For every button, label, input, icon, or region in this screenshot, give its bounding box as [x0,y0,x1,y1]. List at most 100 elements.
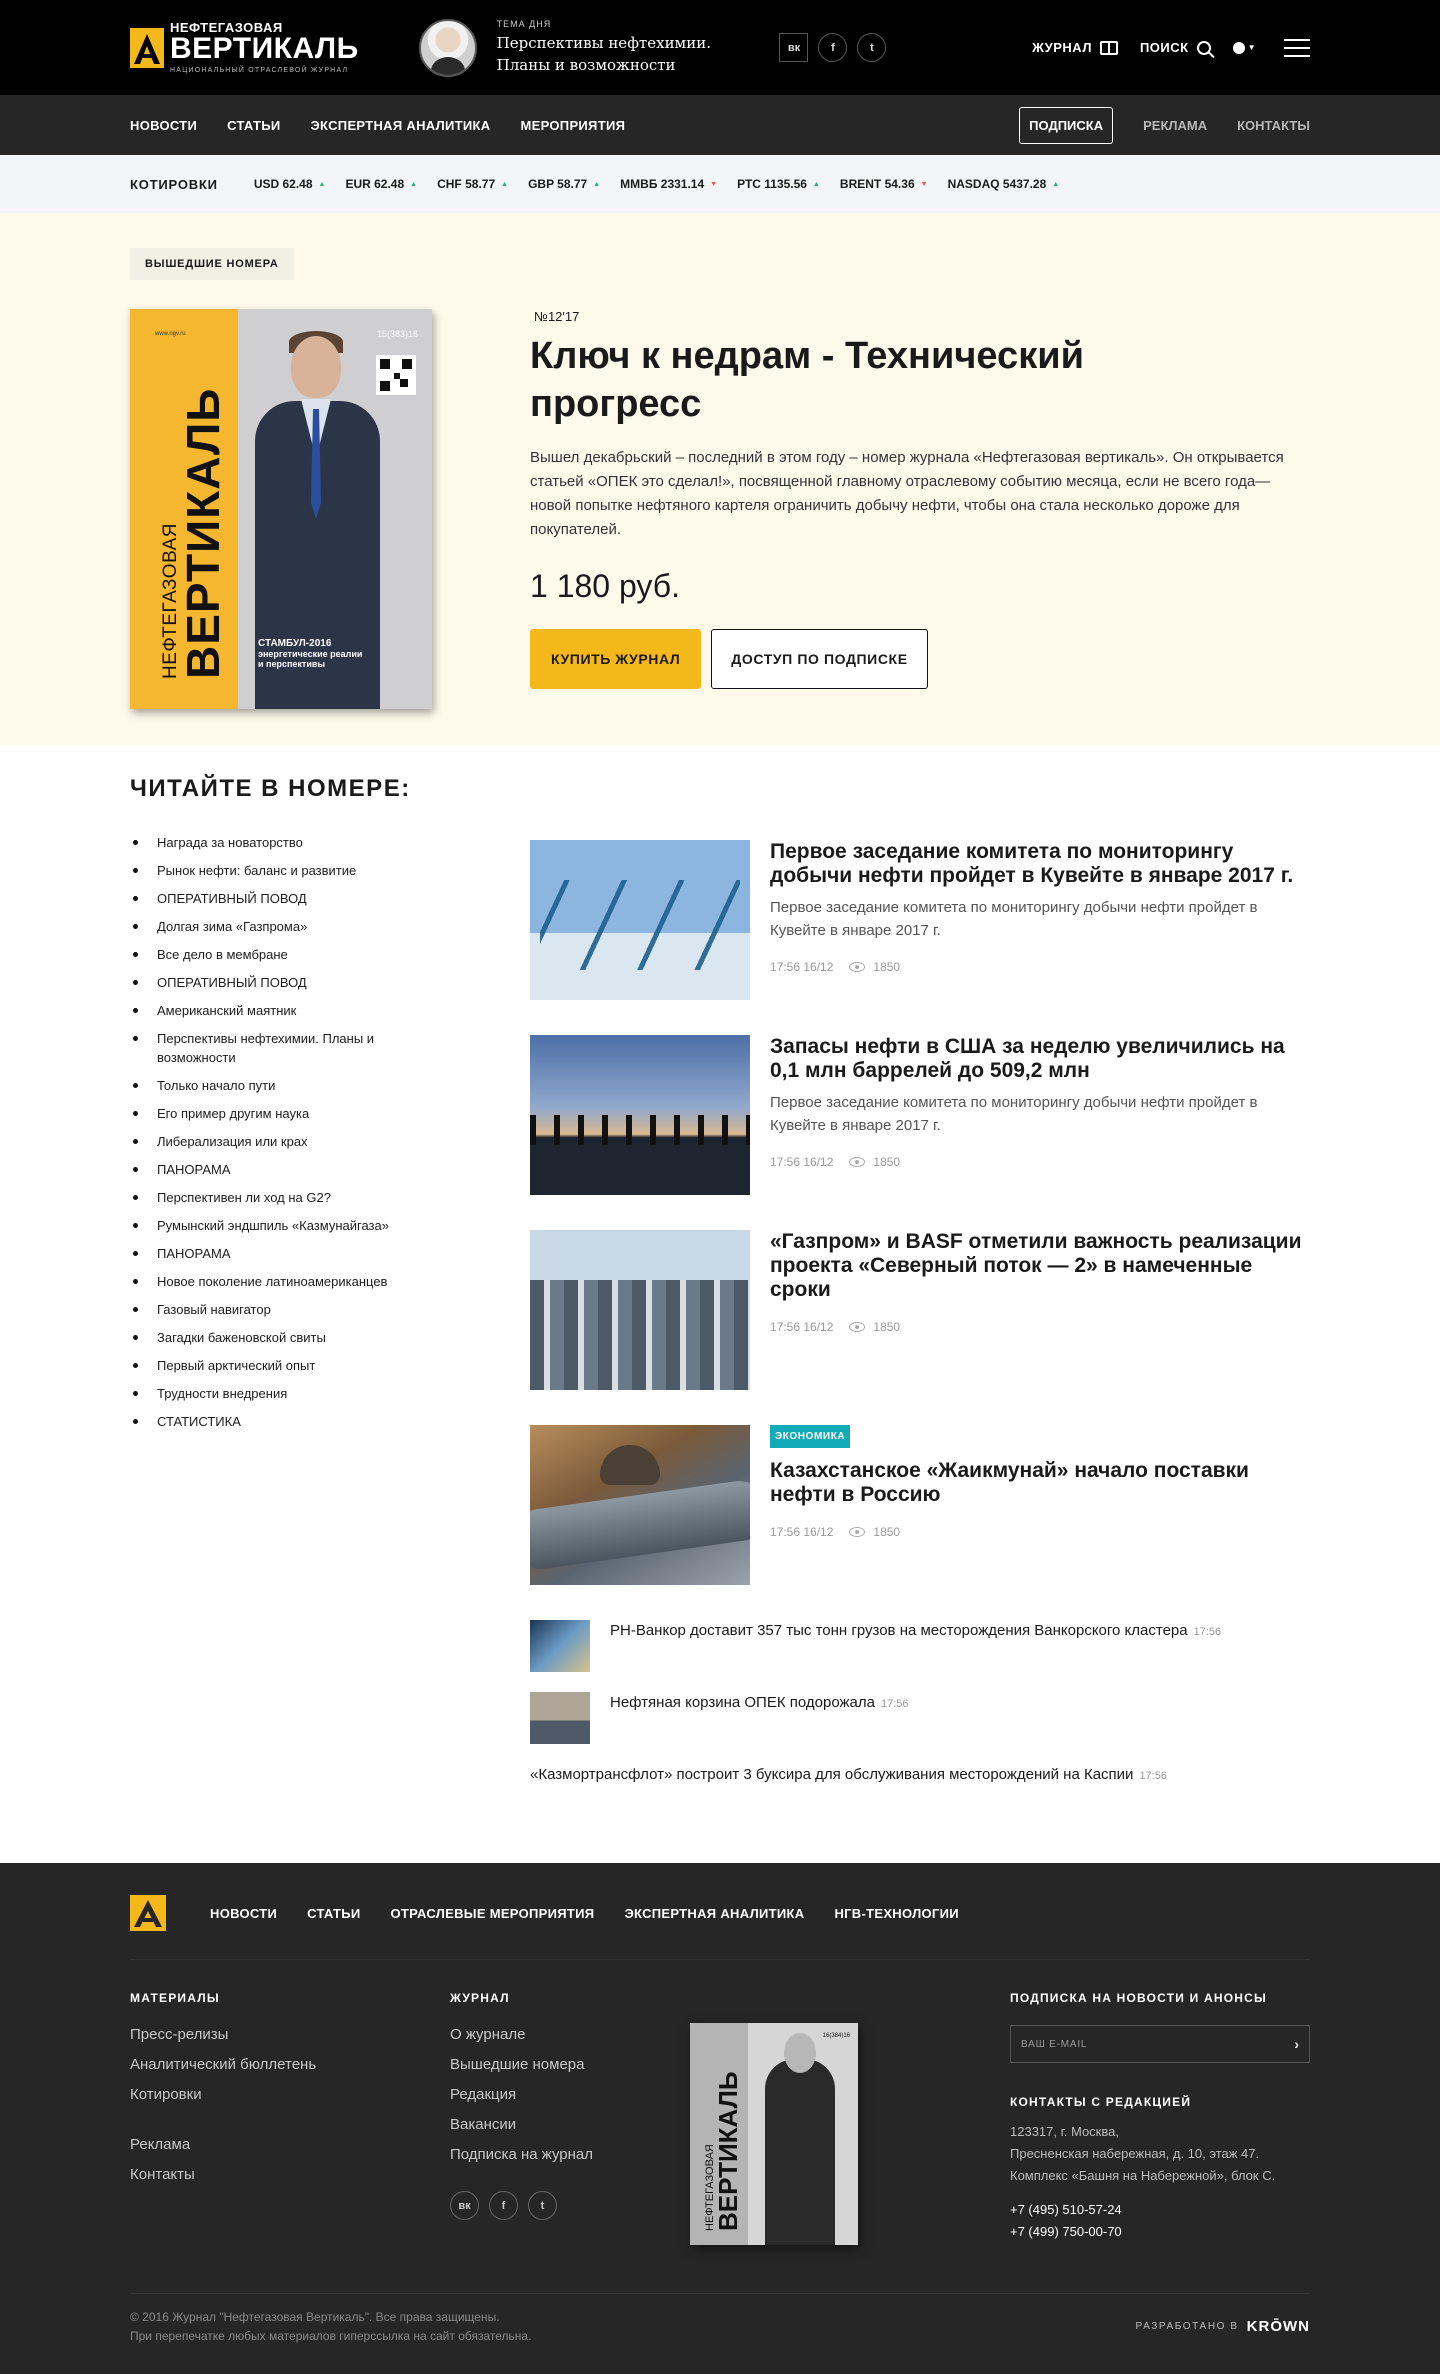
news-card[interactable]: «Газпром» и BASF отметили важность реали… [530,1230,1310,1390]
toc-item[interactable]: Перспективы нефтехимии. Планы и возможно… [130,1029,410,1067]
vk-icon[interactable]: вк [450,2191,479,2220]
footer-issue-cover[interactable]: НЕФТЕГАЗОВАЯ ВЕРТИКАЛЬ 16(384)16 [690,2023,858,2245]
toc-item[interactable]: Американский маятник [130,1001,410,1020]
email-field[interactable]: ВАШ E-MAIL › [1010,2025,1310,2063]
footer-link[interactable]: Аналитический бюллетень [130,2055,316,2075]
brief-news-image[interactable] [530,1692,590,1744]
quote-item[interactable]: GBP 58.77 ▲ [528,177,600,191]
search-link[interactable]: ПОИСК [1140,40,1211,55]
submit-arrow-icon[interactable]: › [1294,2036,1299,2052]
footer-link[interactable]: Подписка на журнал [450,2145,593,2165]
toc-item[interactable]: Долгая зима «Газпрома» [130,917,410,936]
toc-item[interactable]: ОПЕРАТИВНЫЙ ПОВОД [130,973,410,992]
past-issues-button[interactable]: ВЫШЕДШИЕ НОМЕРА [130,248,294,280]
footer-logo-icon[interactable] [130,1895,166,1931]
toc-item[interactable]: Либерализация или крах [130,1132,410,1151]
phone-number[interactable]: +7 (499) 750-00-70 [1010,2221,1310,2243]
footer-link[interactable]: Вакансии [450,2115,593,2135]
journal-link[interactable]: ЖУРНАЛ [1032,40,1118,55]
arrow-up-icon: ▲ [501,180,509,188]
footer-link[interactable]: Вышедшие номера [450,2055,593,2075]
toc-item[interactable]: СТАТИСТИКА [130,1412,410,1431]
footer-link[interactable]: Пресс-релизы [130,2025,316,2045]
category-badge[interactable]: ЭКОНОМИКА [770,1425,851,1448]
news-image[interactable] [530,1230,750,1390]
toc-item[interactable]: Его пример другим наука [130,1104,410,1123]
footer-link[interactable]: Реклама [130,2135,316,2155]
quote-item[interactable]: РТС 1135.56 ▲ [737,177,820,191]
brief-news-item[interactable]: Нефтяная корзина ОПЕК подорожала 17:56 [530,1692,1310,1744]
news-image[interactable] [530,840,750,1000]
footer-link[interactable]: Контакты [130,2165,316,2185]
footer-cover-number: 16(384)16 [822,2033,850,2039]
news-title[interactable]: Запасы нефти в США за неделю увеличились… [770,1035,1310,1083]
nav-item-contacts[interactable]: КОНТАКТЫ [1237,118,1310,133]
issue-cover-image[interactable]: www.ngv.ru 15(383)16 НЕФТЕГАЗОВАЯ ВЕРТИК… [130,309,432,709]
site-logo[interactable]: НЕФТЕГАЗОВАЯ ВЕРТИКАЛЬ НАЦИОНАЛЬНЫЙ ОТРА… [130,20,419,75]
news-card[interactable]: Запасы нефти в США за неделю увеличились… [530,1035,1310,1195]
toc-item[interactable]: Румынский эндшпиль «Казмунайгаза» [130,1216,410,1235]
toc-item[interactable]: Первый арктический опыт [130,1356,410,1375]
news-image[interactable] [530,1035,750,1195]
brief-news-item[interactable]: РН-Ванкор доставит 357 тыс тонн грузов н… [530,1620,1310,1672]
toc-item[interactable]: Все дело в мембране [130,945,410,964]
subscribe-button[interactable]: ПОДПИСКА [1019,106,1114,144]
toc-item[interactable]: Награда за новаторство [130,833,410,852]
news-title[interactable]: «Газпром» и BASF отметили важность реали… [770,1230,1310,1302]
twitter-icon[interactable]: t [857,33,887,62]
vk-icon[interactable]: вк [779,33,809,62]
toc-item[interactable]: Перспективен ли ход на G2? [130,1188,410,1207]
theme-title[interactable]: Перспективы нефтехимии. Планы и возможно… [497,32,727,76]
nav-item-events[interactable]: МЕРОПРИЯТИЯ [520,118,625,133]
nav-item-articles[interactable]: СТАТЬИ [227,118,280,133]
toc-item[interactable]: ПАНОРАМА [130,1160,410,1179]
nav-item-analytics[interactable]: ЭКСПЕРТНАЯ АНАЛИТИКА [311,118,491,133]
theme-of-day[interactable]: ТЕМА ДНЯ Перспективы нефтехимии. Планы и… [418,18,780,77]
footer-nav-item[interactable]: ЭКСПЕРТНАЯ АНАЛИТИКА [624,1906,804,1921]
phone-number[interactable]: +7 (495) 510-57-24 [1010,2199,1310,2221]
news-image[interactable] [530,1425,750,1585]
footer-nav-item[interactable]: НОВОСТИ [210,1906,277,1921]
brief-news-title[interactable]: Нефтяная корзина ОПЕК подорожала [610,1694,875,1711]
quote-item[interactable]: EUR 62.48 ▲ [345,177,417,191]
brief-news-item[interactable]: «Казмортрансфлот» построит 3 буксира для… [530,1764,1310,1787]
brief-news-title[interactable]: РН-Ванкор доставит 357 тыс тонн грузов н… [610,1622,1188,1639]
quote-item[interactable]: USD 62.48 ▲ [254,177,326,191]
footer-nav-item[interactable]: ОТРАСЛЕВЫЕ МЕРОПРИЯТИЯ [391,1906,595,1921]
twitter-icon[interactable]: t [528,2191,557,2220]
news-card[interactable]: ЭКОНОМИКА Казахстанское «Жаикмунай» начал… [530,1425,1310,1585]
footer-link[interactable]: Редакция [450,2085,593,2105]
quote-item[interactable]: ММВБ 2331.14 ▼ [620,177,717,191]
toc-item[interactable]: Рынок нефти: баланс и развитие [130,861,410,880]
issue-price: 1 180 руб. [530,568,680,604]
toc-item[interactable]: ПАНОРАМА [130,1244,410,1263]
buy-journal-button[interactable]: КУПИТЬ ЖУРНАЛ [530,629,702,689]
nav-item-ads[interactable]: РЕКЛАМА [1143,118,1207,133]
news-title[interactable]: Первое заседание комитета по мониторингу… [770,840,1310,888]
eye-icon [849,1157,866,1167]
hamburger-menu-icon[interactable] [1284,38,1310,57]
quote-item[interactable]: BRENT 54.36 ▼ [840,177,928,191]
news-card[interactable]: Первое заседание комитета по мониторингу… [530,840,1310,1000]
brief-news-title[interactable]: «Казмортрансфлот» построит 3 буксира для… [530,1766,1133,1783]
footer-nav-item[interactable]: СТАТЬИ [307,1906,360,1921]
facebook-icon[interactable]: f [818,33,848,62]
toc-item[interactable]: Новое поколение латиноамериканцев [130,1272,410,1291]
toc-item[interactable]: Трудности внедрения [130,1384,410,1403]
brief-news-image[interactable] [530,1620,590,1672]
news-title[interactable]: Казахстанское «Жаикмунай» начало поставк… [770,1459,1310,1507]
quote-item[interactable]: NASDAQ 5437.28 ▲ [948,177,1060,191]
toc-item[interactable]: Газовый навигатор [130,1300,410,1319]
user-menu[interactable]: ▼ [1232,41,1256,54]
footer-link[interactable]: Котировки [130,2085,316,2105]
footer-nav-item[interactable]: НГВ-ТЕХНОЛОГИИ [834,1906,958,1921]
toc-item[interactable]: Загадки баженовской свиты [130,1328,410,1347]
subscription-access-button[interactable]: ДОСТУП ПО ПОДПИСКЕ [711,629,928,689]
facebook-icon[interactable]: f [489,2191,518,2220]
toc-item[interactable]: Только начало пути [130,1076,410,1095]
toc-item[interactable]: ОПЕРАТИВНЫЙ ПОВОД [130,889,410,908]
nav-item-news[interactable]: НОВОСТИ [130,118,197,133]
quote-item[interactable]: CHF 58.77 ▲ [437,177,508,191]
developer-credit[interactable]: РАЗРАБОТАНО В KRŌWN [1135,2318,1310,2335]
footer-link[interactable]: О журнале [450,2025,593,2045]
